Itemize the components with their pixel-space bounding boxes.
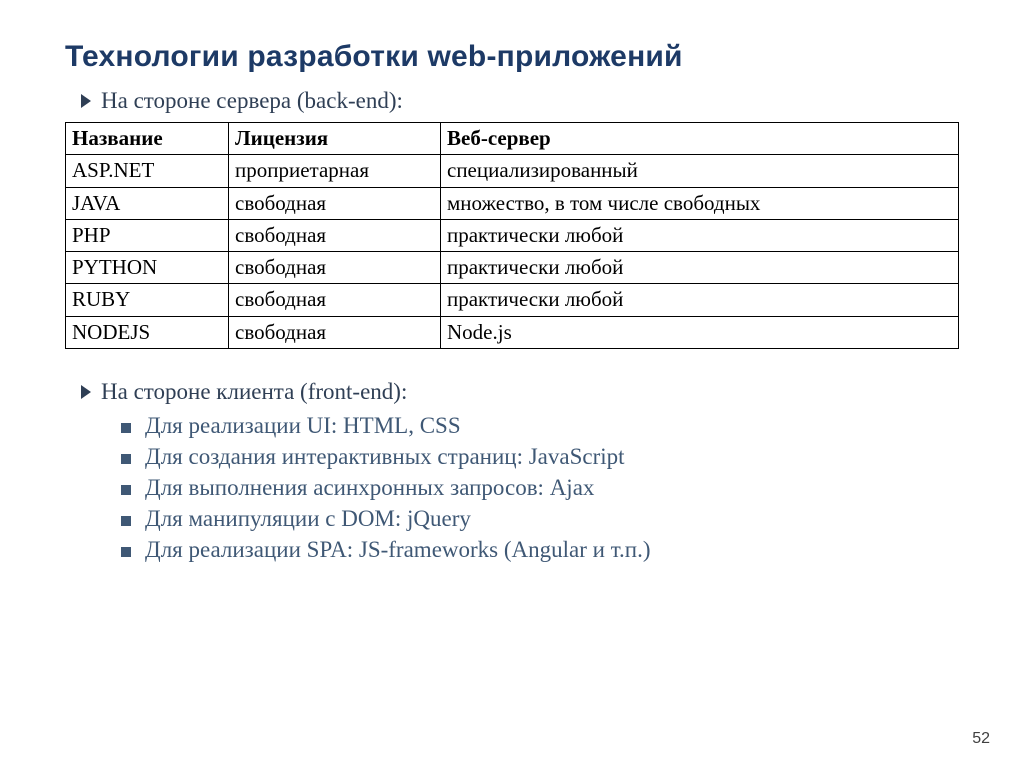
table-cell: множество, в том числе свободных [441, 187, 959, 219]
list-item-text: Для реализации SPA: JS-frameworks (Angul… [145, 537, 651, 563]
table-cell: PYTHON [66, 252, 229, 284]
table-cell: практически любой [441, 252, 959, 284]
list-item-text: Для создания интерактивных страниц: Java… [145, 444, 625, 470]
table-row: PYTHON свободная практически любой [66, 252, 959, 284]
slide: Технологии разработки web-приложений На … [0, 0, 1024, 768]
table-cell: практически любой [441, 284, 959, 316]
triangle-right-icon [81, 385, 91, 399]
list-item-text: Для реализации UI: HTML, CSS [145, 413, 461, 439]
table-cell: RUBY [66, 284, 229, 316]
square-bullet-icon [121, 485, 131, 495]
triangle-right-icon [81, 94, 91, 108]
table-cell: практически любой [441, 219, 959, 251]
table-row: ASP.NET проприетарная специализированный [66, 155, 959, 187]
table-header-row: Название Лицензия Веб-сервер [66, 123, 959, 155]
square-bullet-icon [121, 423, 131, 433]
table-cell: свободная [229, 252, 441, 284]
backend-heading-text: На стороне сервера (back-end): [101, 88, 403, 114]
list-item-text: Для манипуляции с DOM: jQuery [145, 506, 471, 532]
table-cell: свободная [229, 187, 441, 219]
table-cell: свободная [229, 219, 441, 251]
list-item: Для создания интерактивных страниц: Java… [121, 444, 959, 470]
table-row: NODEJS свободная Node.js [66, 316, 959, 348]
frontend-heading-text: На стороне клиента (front-end): [101, 379, 407, 405]
list-item: Для реализации UI: HTML, CSS [121, 413, 959, 439]
slide-title: Технологии разработки web-приложений [65, 40, 959, 74]
square-bullet-icon [121, 454, 131, 464]
frontend-list: Для реализации UI: HTML, CSS Для создани… [121, 413, 959, 563]
list-item: Для реализации SPA: JS-frameworks (Angul… [121, 537, 959, 563]
table-header: Веб-сервер [441, 123, 959, 155]
square-bullet-icon [121, 547, 131, 557]
table-cell: свободная [229, 316, 441, 348]
table-cell: NODEJS [66, 316, 229, 348]
backend-heading: На стороне сервера (back-end): [81, 88, 959, 114]
table-cell: JAVA [66, 187, 229, 219]
list-item: Для выполнения асинхронных запросов: Aja… [121, 475, 959, 501]
table-cell: ASP.NET [66, 155, 229, 187]
square-bullet-icon [121, 516, 131, 526]
table-cell: PHP [66, 219, 229, 251]
table-header: Название [66, 123, 229, 155]
table-row: JAVA свободная множество, в том числе св… [66, 187, 959, 219]
frontend-heading: На стороне клиента (front-end): [81, 379, 959, 405]
backend-table: Название Лицензия Веб-сервер ASP.NET про… [65, 122, 959, 349]
table-cell: специализированный [441, 155, 959, 187]
page-number: 52 [972, 730, 990, 748]
table-row: PHP свободная практически любой [66, 219, 959, 251]
table-cell: проприетарная [229, 155, 441, 187]
table-cell: свободная [229, 284, 441, 316]
table-header: Лицензия [229, 123, 441, 155]
list-item: Для манипуляции с DOM: jQuery [121, 506, 959, 532]
list-item-text: Для выполнения асинхронных запросов: Aja… [145, 475, 594, 501]
table-cell: Node.js [441, 316, 959, 348]
table-row: RUBY свободная практически любой [66, 284, 959, 316]
